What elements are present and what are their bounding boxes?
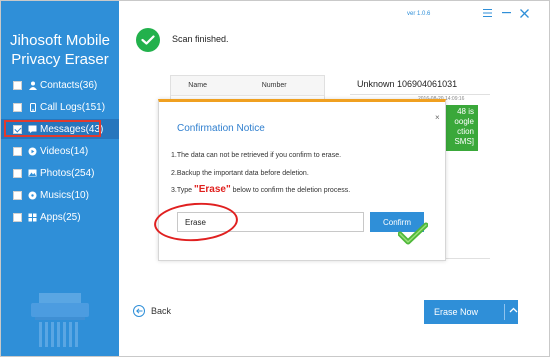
version-label: ver 1.0.6 bbox=[407, 11, 431, 17]
close-icon[interactable] bbox=[518, 7, 530, 19]
sidebar-item-photos[interactable]: Photos(254) bbox=[1, 163, 119, 183]
sidebar-item-apps[interactable]: Apps(25) bbox=[1, 207, 119, 227]
apps-icon bbox=[28, 213, 37, 222]
photos-checkbox[interactable] bbox=[13, 168, 22, 178]
erase-now-label: Erase Now bbox=[434, 307, 479, 317]
sidebar-item-musics[interactable]: Musics(10) bbox=[1, 185, 119, 205]
back-button[interactable]: Back bbox=[133, 305, 171, 317]
sidebar: Jihosoft Mobile Privacy Eraser Contacts(… bbox=[1, 1, 119, 356]
video-icon bbox=[28, 147, 37, 156]
erase-keyword: "Erase" bbox=[193, 184, 231, 195]
messages-highlight-box bbox=[4, 120, 101, 137]
contacts-checkbox[interactable] bbox=[13, 80, 22, 90]
musics-checkbox[interactable] bbox=[13, 190, 22, 200]
sidebar-item-label: Contacts(36) bbox=[40, 79, 98, 91]
back-arrow-icon bbox=[133, 305, 145, 317]
button-separator bbox=[504, 304, 505, 320]
sidebar-item-contacts[interactable]: Contacts(36) bbox=[1, 75, 119, 95]
sidebar-item-call-logs[interactable]: Call Logs(151) bbox=[1, 97, 119, 117]
sidebar-item-videos[interactable]: Videos(14) bbox=[1, 141, 119, 161]
confirm-check-icon bbox=[398, 222, 428, 245]
message-sender: Unknown 106904061031 bbox=[357, 79, 458, 89]
apps-checkbox[interactable] bbox=[13, 212, 22, 222]
notice-line-2: 2.Backup the important data before delet… bbox=[171, 170, 309, 177]
notice-line-1: 1.The data can not be retrieved if you c… bbox=[171, 152, 342, 159]
dialog-close-icon[interactable]: × bbox=[435, 113, 440, 122]
app-title: Jihosoft Mobile Privacy Eraser bbox=[1, 31, 119, 69]
photo-icon bbox=[28, 169, 37, 178]
contacts-icon bbox=[28, 81, 37, 90]
shredder-icon bbox=[31, 293, 89, 347]
back-label: Back bbox=[151, 306, 172, 316]
notice-line-3-suffix: below to confirm the deletion process. bbox=[230, 187, 351, 194]
menu-icon[interactable] bbox=[481, 7, 493, 19]
scan-status: Scan finished. bbox=[172, 34, 229, 44]
minimize-icon[interactable] bbox=[500, 7, 512, 19]
call-logs-checkbox[interactable] bbox=[13, 102, 22, 112]
column-header-name: Name bbox=[188, 82, 207, 89]
phone-icon bbox=[28, 102, 37, 112]
dialog-title: Confirmation Notice bbox=[177, 123, 265, 134]
sidebar-item-label: Call Logs(151) bbox=[40, 101, 106, 113]
notice-line-3: 3.Type "Erase" below to confirm the dele… bbox=[171, 184, 350, 195]
column-header-number: Number bbox=[261, 82, 287, 89]
notice-line-3-prefix: 3.Type bbox=[171, 187, 194, 194]
chevron-up-icon[interactable] bbox=[509, 307, 518, 313]
app-title-line1: Jihosoft Mobile bbox=[9, 32, 111, 49]
sidebar-item-label: Musics(10) bbox=[40, 189, 89, 201]
app-title-line2: Privacy Eraser bbox=[11, 51, 109, 68]
table-header: Name Number bbox=[171, 76, 324, 96]
videos-checkbox[interactable] bbox=[13, 146, 22, 156]
sidebar-item-label: Apps(25) bbox=[40, 211, 81, 223]
sidebar-item-label: Videos(14) bbox=[40, 145, 89, 157]
divider bbox=[350, 94, 490, 95]
scan-finished-check-icon bbox=[136, 28, 160, 52]
music-icon bbox=[28, 191, 37, 200]
erase-now-button[interactable]: Erase Now bbox=[424, 300, 518, 324]
sidebar-item-label: Photos(254) bbox=[40, 167, 95, 179]
